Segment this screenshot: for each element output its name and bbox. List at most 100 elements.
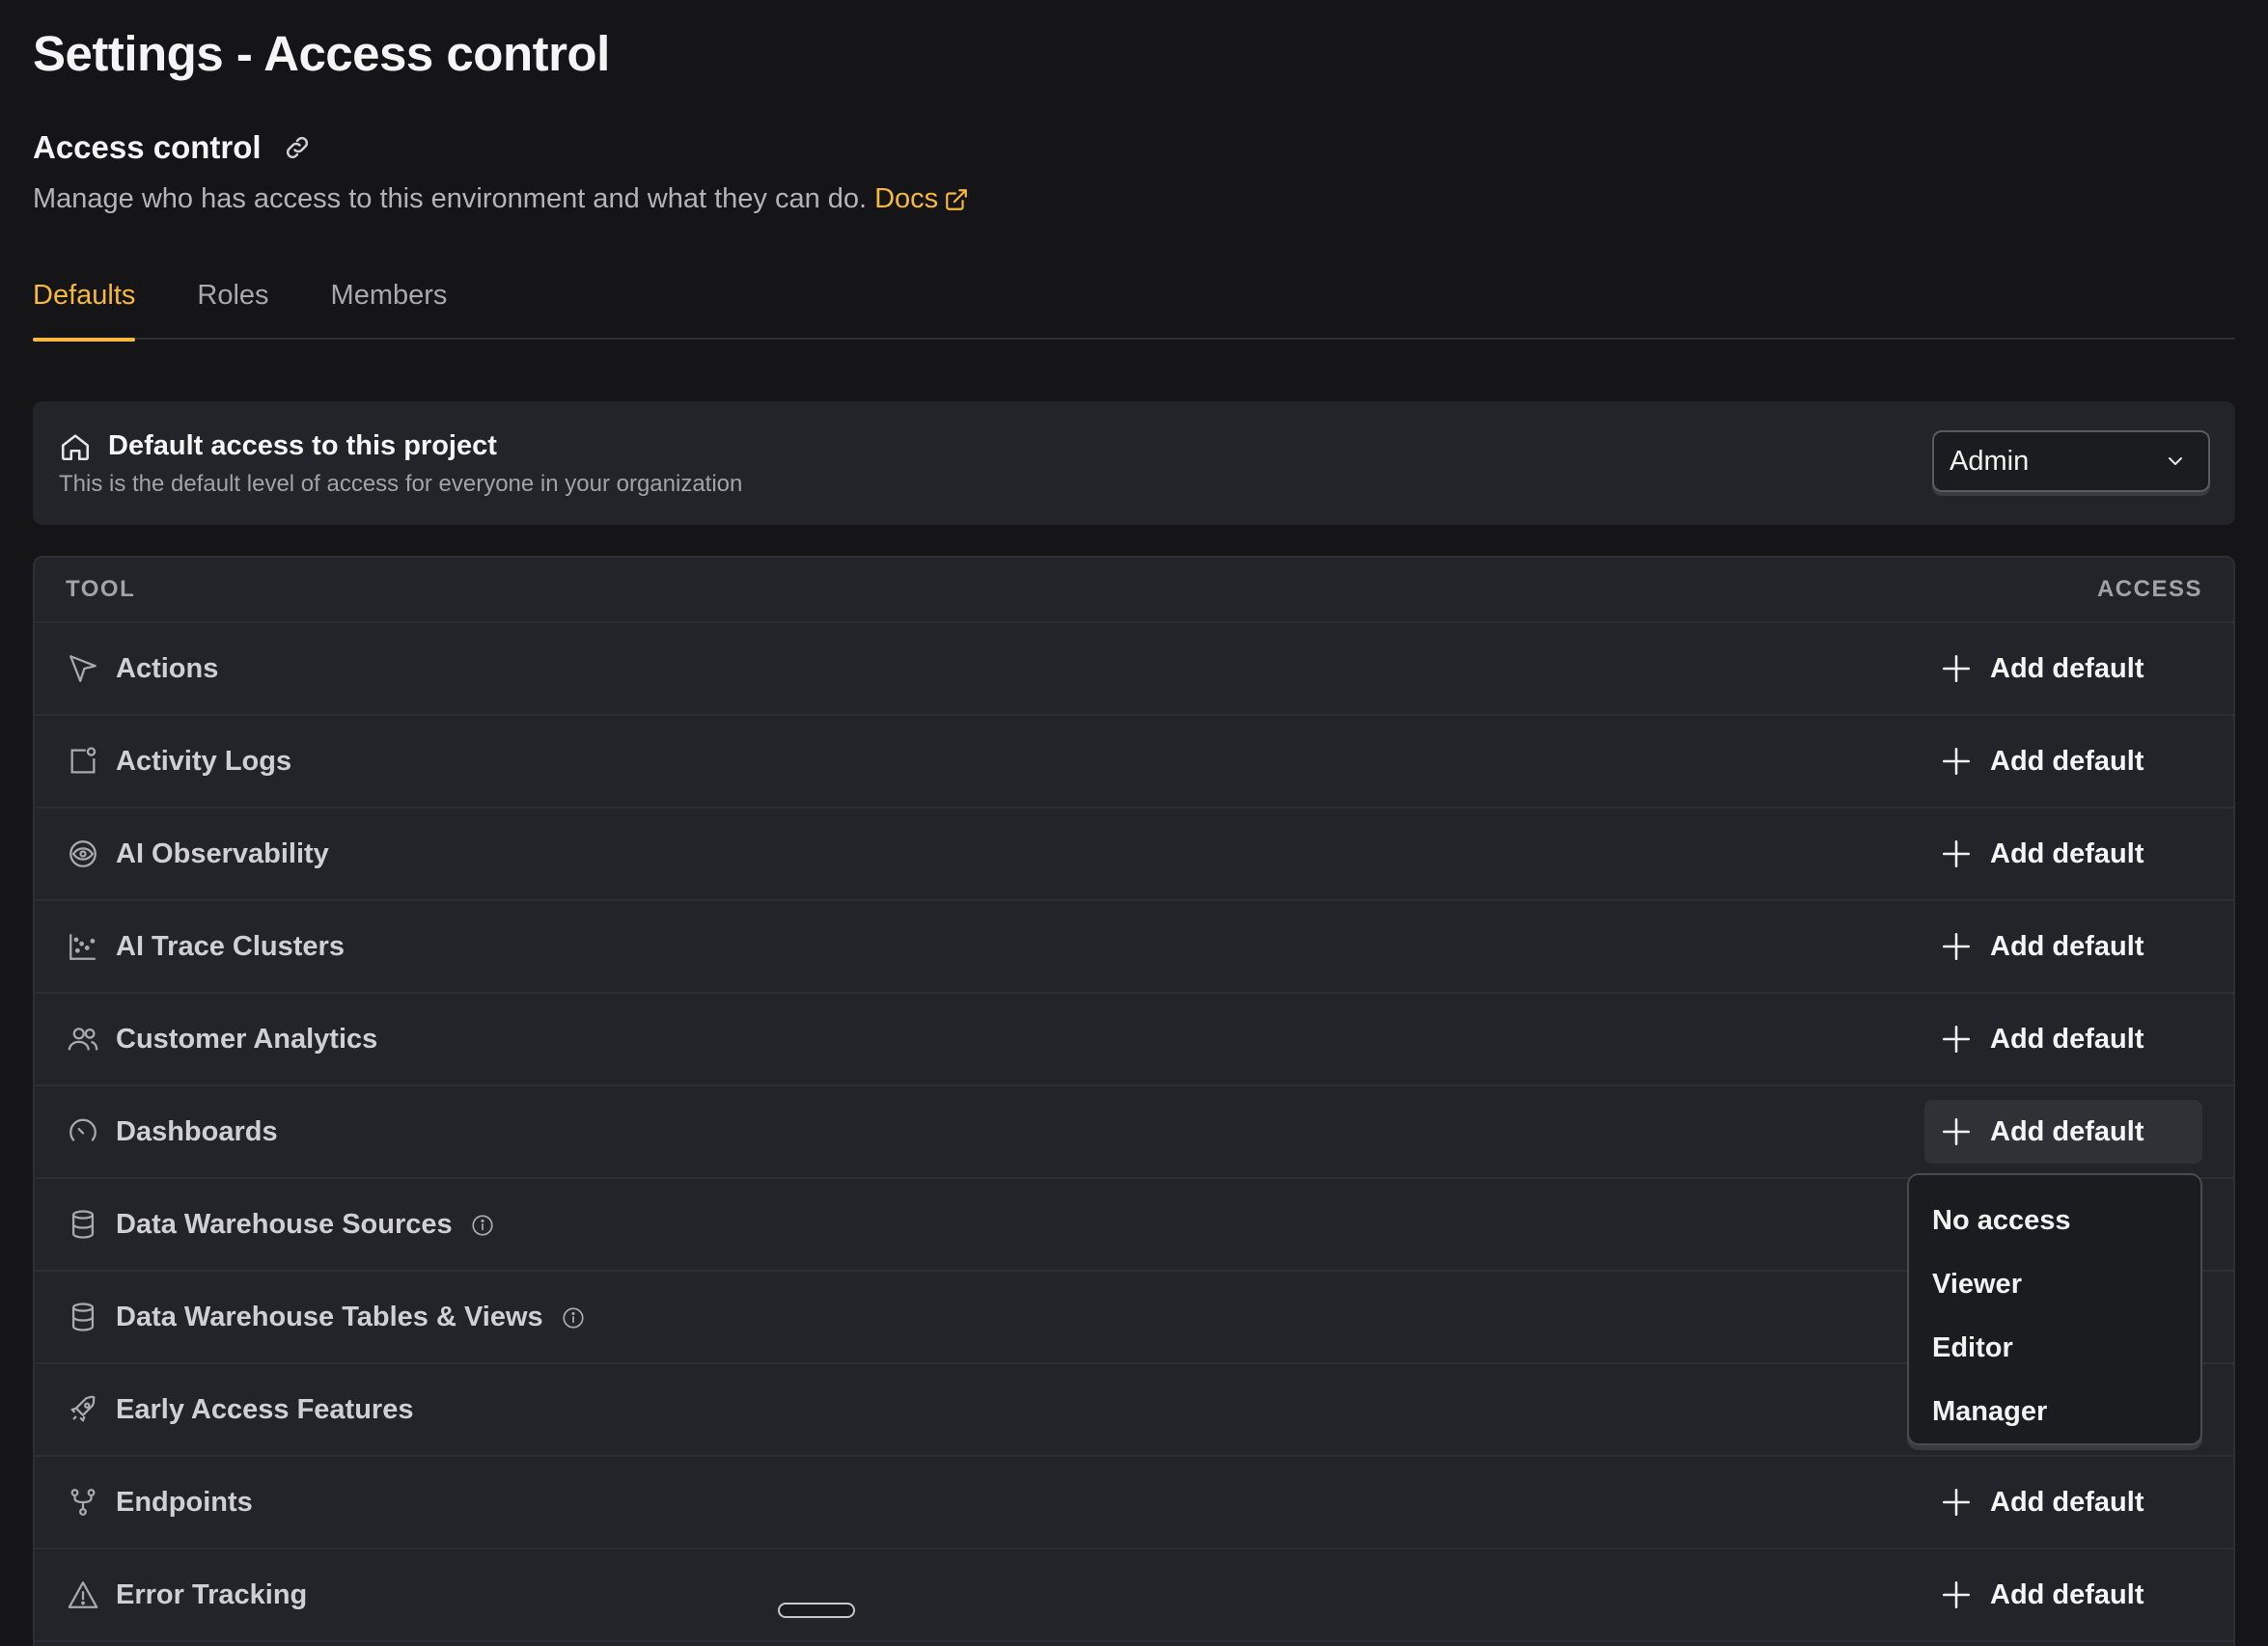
add-default-button[interactable]: Add default xyxy=(1924,915,2202,978)
settings-page: Settings - Access control Access control… xyxy=(0,0,2268,1646)
table-row: Data Warehouse Sources xyxy=(35,1179,2233,1272)
tool-name: Dashboards xyxy=(116,1116,278,1148)
option-viewer[interactable]: Viewer xyxy=(1909,1252,2200,1316)
table-row: AI Observability Add default xyxy=(35,809,2233,901)
tool-name: AI Trace Clusters xyxy=(116,931,345,963)
tab-bar: Defaults Roles Members xyxy=(33,270,2235,342)
tool-name-text: Early Access Features xyxy=(116,1394,414,1425)
default-access-card: Default access to this project This is t… xyxy=(33,401,2235,525)
table-row: Actions Add default xyxy=(35,623,2233,716)
docs-link[interactable]: Docs xyxy=(874,183,969,215)
database-icon xyxy=(67,1301,101,1335)
tool-name: Actions xyxy=(116,653,218,685)
tool-name-text: Activity Logs xyxy=(116,746,292,777)
tool-name: Activity Logs xyxy=(116,746,291,778)
external-link-icon xyxy=(946,188,967,210)
add-default-label: Add default xyxy=(1990,1115,2144,1147)
page-title: Settings - Access control xyxy=(33,26,610,81)
plus-icon xyxy=(1940,837,1973,870)
add-default-label: Add default xyxy=(1990,1486,2144,1518)
add-default-label: Add default xyxy=(1990,930,2144,962)
plus-icon xyxy=(1940,745,1973,778)
add-default-button[interactable]: Add default xyxy=(1924,822,2202,886)
tool-name-text: Error Tracking xyxy=(116,1579,308,1610)
plus-icon xyxy=(1940,1486,1973,1519)
plus-icon xyxy=(1940,1578,1973,1611)
docs-link-label: Docs xyxy=(874,183,939,214)
table-row: Error Tracking Add default xyxy=(35,1550,2233,1642)
table-row: Data Warehouse Tables & Views xyxy=(35,1272,2233,1364)
tool-name-text: Endpoints xyxy=(116,1487,253,1518)
tab-defaults[interactable]: Defaults xyxy=(33,270,136,342)
add-default-button[interactable]: Add default xyxy=(1924,1563,2202,1627)
option-no-access[interactable]: No access xyxy=(1909,1189,2200,1252)
fork-icon xyxy=(67,1486,101,1521)
tool-name-text: AI Trace Clusters xyxy=(116,931,345,962)
tool-name: Data Warehouse Tables & Views xyxy=(116,1302,586,1333)
table-row: Activity Logs Add default xyxy=(35,716,2233,809)
default-role-value: Admin xyxy=(1950,445,2030,477)
plus-icon xyxy=(1940,1115,1973,1148)
option-editor[interactable]: Editor xyxy=(1909,1316,2200,1380)
default-access-title: Default access to this project xyxy=(108,430,497,461)
table-row: AI Trace Clusters Add default xyxy=(35,901,2233,994)
tool-name: Customer Analytics xyxy=(116,1024,377,1056)
tool-name-text: Customer Analytics xyxy=(116,1024,378,1055)
info-icon[interactable] xyxy=(470,1213,495,1238)
column-header-tool: TOOL xyxy=(66,576,136,602)
link-icon[interactable] xyxy=(283,133,312,162)
plus-icon xyxy=(1940,1023,1973,1056)
access-level-dropdown: No access Viewer Editor Manager xyxy=(1907,1173,2202,1445)
scroll-handle[interactable] xyxy=(778,1603,855,1618)
home-icon xyxy=(59,430,92,463)
add-default-button[interactable]: Add default xyxy=(1924,1007,2202,1071)
table-header: TOOL ACCESS xyxy=(35,558,2233,623)
cursor-icon xyxy=(67,652,101,687)
tool-name: AI Observability xyxy=(116,838,329,870)
tab-roles[interactable]: Roles xyxy=(197,270,268,340)
tool-access-table: TOOL ACCESS Actions Add default Activity… xyxy=(33,556,2235,1646)
add-default-button[interactable]: Add default xyxy=(1924,637,2202,700)
activity-log-icon xyxy=(67,745,101,780)
tool-name-text: Actions xyxy=(116,653,219,684)
tool-name: Error Tracking xyxy=(116,1579,307,1611)
add-default-button[interactable]: Add default xyxy=(1924,1100,2202,1164)
column-header-access: ACCESS xyxy=(2096,576,2202,602)
add-default-label: Add default xyxy=(1990,1023,2144,1055)
tool-name: Data Warehouse Sources xyxy=(116,1209,495,1241)
section-header: Access control xyxy=(33,129,312,166)
add-default-label: Add default xyxy=(1990,1578,2144,1610)
chevron-down-icon xyxy=(2169,457,2182,465)
tool-name: Endpoints xyxy=(116,1487,253,1519)
add-default-label: Add default xyxy=(1990,652,2144,684)
tab-members[interactable]: Members xyxy=(331,270,448,340)
plus-icon xyxy=(1940,930,1973,963)
description-text: Manage who has access to this environmen… xyxy=(33,183,868,214)
add-default-button[interactable]: Add default xyxy=(1924,1470,2202,1534)
add-default-label: Add default xyxy=(1990,837,2144,869)
table-row: Dashboards Add default xyxy=(35,1086,2233,1179)
section-title: Access control xyxy=(33,129,262,165)
tool-name-text: Data Warehouse Sources xyxy=(116,1209,453,1240)
warning-icon xyxy=(67,1578,101,1613)
default-access-subtitle: This is the default level of access for … xyxy=(59,471,743,497)
tool-name-text: AI Observability xyxy=(116,838,329,869)
section-description: Manage who has access to this environmen… xyxy=(33,183,969,215)
info-icon[interactable] xyxy=(561,1305,586,1331)
table-row: Early Access Features xyxy=(35,1364,2233,1457)
add-default-label: Add default xyxy=(1990,745,2144,777)
eye-icon xyxy=(67,837,101,872)
table-row: Endpoints Add default xyxy=(35,1457,2233,1550)
rocket-icon xyxy=(67,1393,101,1428)
option-manager[interactable]: Manager xyxy=(1909,1380,2200,1443)
add-default-button[interactable]: Add default xyxy=(1924,729,2202,793)
gauge-icon xyxy=(67,1115,101,1150)
scatter-icon xyxy=(67,930,101,965)
tool-name-text: Data Warehouse Tables & Views xyxy=(116,1302,543,1332)
users-icon xyxy=(67,1023,101,1057)
database-icon xyxy=(67,1208,101,1243)
tool-name-text: Dashboards xyxy=(116,1116,278,1147)
default-role-select[interactable]: Admin xyxy=(1932,430,2210,492)
table-row: Customer Analytics Add default xyxy=(35,994,2233,1086)
tool-name: Early Access Features xyxy=(116,1394,413,1426)
